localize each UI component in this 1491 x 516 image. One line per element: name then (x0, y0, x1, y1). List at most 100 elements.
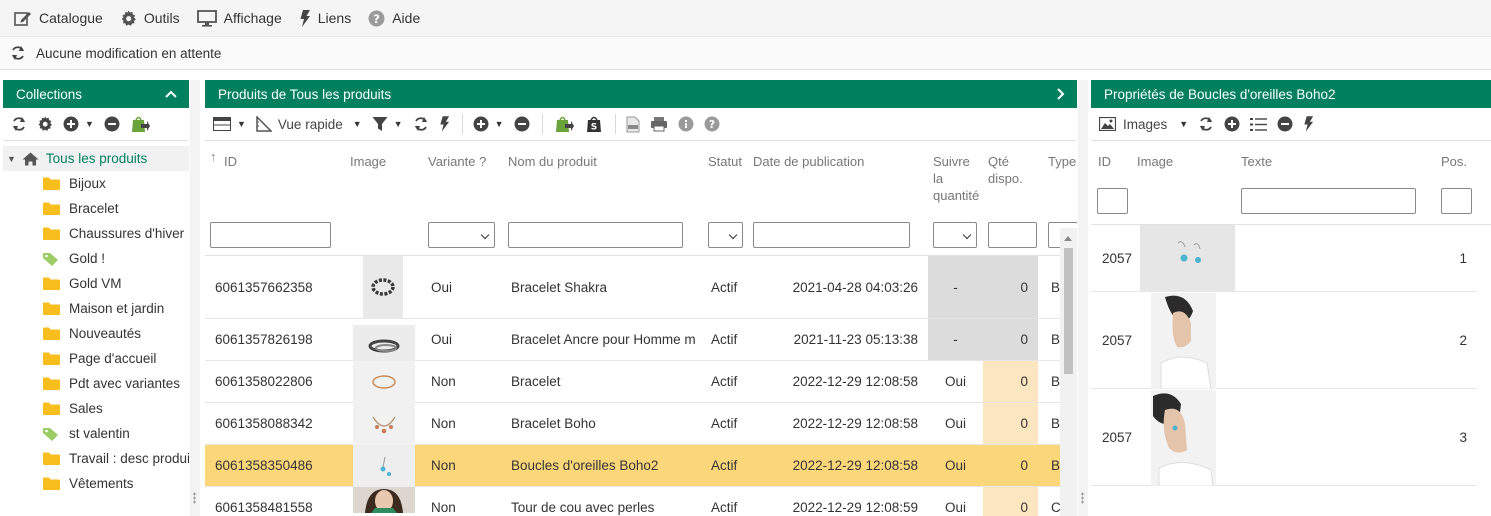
remove-collection-button[interactable] (104, 116, 120, 132)
cell-type[interactable]: B (1051, 445, 1060, 486)
col-variant[interactable]: Variante ? (428, 153, 486, 170)
cell-qty[interactable]: 0 (983, 445, 1038, 486)
table-row[interactable]: 6061358022806 Non Bracelet Actif 2022-12-29 … (205, 361, 1060, 403)
image-thumbnail[interactable] (1140, 225, 1235, 295)
actions-button[interactable] (439, 116, 450, 132)
cell-id[interactable]: 6061357826198 (215, 319, 340, 360)
right-splitter[interactable] (1078, 80, 1088, 516)
collection-item[interactable]: Gold VM (3, 271, 189, 296)
cell-name[interactable]: Boucles d'oreilles Boho2 (511, 445, 703, 486)
collection-item[interactable]: Travail : desc produit (3, 446, 189, 471)
cell-status[interactable]: Actif (711, 445, 749, 486)
filter-date-input[interactable] (753, 222, 910, 248)
collection-item[interactable]: Bracelet (3, 196, 189, 221)
collection-item[interactable]: Gold ! (3, 246, 189, 271)
cell-type[interactable]: B (1051, 256, 1060, 318)
chevron-up-icon[interactable] (165, 90, 177, 98)
cell-variant[interactable]: Non (431, 445, 501, 486)
images-tab-select[interactable]: Images ▼ (1099, 117, 1188, 132)
menu-outils[interactable]: Outils (120, 10, 180, 27)
filter-track-select[interactable] (933, 222, 977, 248)
image-cell-id[interactable]: 2057 (1102, 292, 1142, 388)
add-image-button[interactable] (1224, 116, 1240, 132)
cell-date[interactable]: 2022-12-29 12:08:58 (753, 403, 928, 444)
tree-root-all-products[interactable]: ▼ Tous les produits (3, 146, 189, 171)
open-shopify-button[interactable]: S (585, 115, 603, 133)
cell-variant[interactable]: Non (431, 487, 501, 516)
cell-id[interactable]: 6061357662358 (215, 256, 340, 318)
refresh-collections-button[interactable] (11, 116, 27, 132)
menu-catalogue[interactable]: Catalogue (14, 10, 103, 26)
filter-variant-select[interactable] (428, 222, 495, 248)
image-thumbnail[interactable] (1151, 293, 1216, 392)
cell-type[interactable]: B (1051, 403, 1060, 444)
collection-item[interactable]: Nouveautés (3, 321, 189, 346)
prop-col-id[interactable]: ID (1098, 153, 1111, 170)
print-button[interactable] (650, 116, 668, 132)
scroll-up-icon[interactable] (1064, 236, 1072, 241)
collection-item[interactable]: Vêtements (3, 471, 189, 496)
cell-type[interactable]: C (1051, 487, 1060, 516)
filter-id-input[interactable] (210, 222, 331, 248)
col-image[interactable]: Image (350, 153, 386, 170)
cell-qty[interactable]: 0 (983, 361, 1038, 402)
export-csv-button[interactable] (626, 116, 640, 133)
cell-date[interactable]: 2022-12-29 12:08:59 (753, 487, 928, 516)
cell-date[interactable]: 2021-11-23 05:13:38 (753, 319, 928, 360)
col-name[interactable]: Nom du produit (508, 153, 597, 170)
cell-track[interactable]: Oui (928, 487, 983, 516)
prop-filter-id-input[interactable] (1097, 188, 1128, 214)
filter-button[interactable]: ▼ (372, 116, 403, 132)
cell-id[interactable]: 6061358022806 (215, 361, 340, 402)
refresh-icon[interactable] (10, 45, 26, 61)
refresh-products-button[interactable] (413, 116, 429, 132)
cell-variant[interactable]: Oui (431, 319, 501, 360)
product-thumbnail[interactable] (353, 403, 415, 448)
table-row[interactable]: 6061357662358 Oui Bracelet Shakra Actif 2021… (205, 256, 1060, 319)
cell-id[interactable]: 6061358481558 (215, 487, 340, 516)
cell-track[interactable]: - (928, 256, 983, 318)
sort-asc-icon[interactable]: ↑ (210, 148, 217, 165)
cell-id[interactable]: 6061358088342 (215, 403, 340, 444)
cell-name[interactable]: Bracelet Shakra (511, 256, 703, 318)
prop-col-text[interactable]: Texte (1241, 153, 1272, 170)
products-scrollbar[interactable] (1060, 228, 1077, 516)
collection-item[interactable]: st valentin (3, 421, 189, 446)
cell-status[interactable]: Actif (711, 256, 749, 318)
image-cell-id[interactable]: 2057 (1102, 389, 1142, 485)
cell-date[interactable]: 2022-12-29 12:08:58 (753, 445, 928, 486)
cell-qty[interactable]: 0 (983, 403, 1038, 444)
add-product-button[interactable]: ▼ (473, 116, 504, 132)
cell-qty[interactable]: 0 (983, 256, 1038, 318)
cell-name[interactable]: Bracelet Ancre pour Homme m (511, 319, 703, 360)
scrollbar-thumb[interactable] (1064, 248, 1073, 374)
info-button[interactable] (678, 116, 694, 132)
collection-item[interactable]: Sales (3, 396, 189, 421)
cell-track[interactable]: Oui (928, 361, 983, 402)
col-status[interactable]: Statut (708, 153, 742, 170)
prop-col-pos[interactable]: Pos. (1441, 153, 1467, 170)
cell-name[interactable]: Tour de cou avec perles (511, 487, 703, 516)
image-thumbnail[interactable] (1151, 390, 1216, 489)
cell-status[interactable]: Actif (711, 403, 749, 444)
collection-item[interactable]: Bijoux (3, 171, 189, 196)
prop-col-image[interactable]: Image (1137, 153, 1173, 170)
table-row[interactable]: 6061358481558 Non Tour de cou avec perles A… (205, 487, 1060, 516)
cell-date[interactable]: 2021-04-28 04:03:26 (753, 256, 928, 318)
prop-filter-text-input[interactable] (1241, 188, 1416, 214)
table-row[interactable]: 6061357826198 Oui Bracelet Ancre pour Homm… (205, 319, 1060, 367)
cell-name[interactable]: Bracelet (511, 361, 703, 402)
prop-filter-pos-input[interactable] (1441, 188, 1472, 214)
menu-aide[interactable]: ? Aide (368, 10, 420, 27)
delete-product-button[interactable] (514, 116, 530, 132)
delete-image-button[interactable] (1277, 116, 1293, 132)
menu-affichage[interactable]: Affichage (196, 9, 282, 27)
tree-expand-icon[interactable]: ▼ (7, 154, 16, 164)
product-thumbnail[interactable] (353, 361, 415, 406)
add-collection-button[interactable]: ▼ (63, 116, 94, 132)
image-cell-pos[interactable]: 2 (1441, 292, 1467, 388)
col-track-qty[interactable]: Suivre la quantité (933, 153, 979, 204)
reorder-images-button[interactable] (1250, 117, 1268, 132)
shopify-sync-button[interactable] (553, 115, 575, 133)
cell-type[interactable]: B (1051, 361, 1060, 402)
